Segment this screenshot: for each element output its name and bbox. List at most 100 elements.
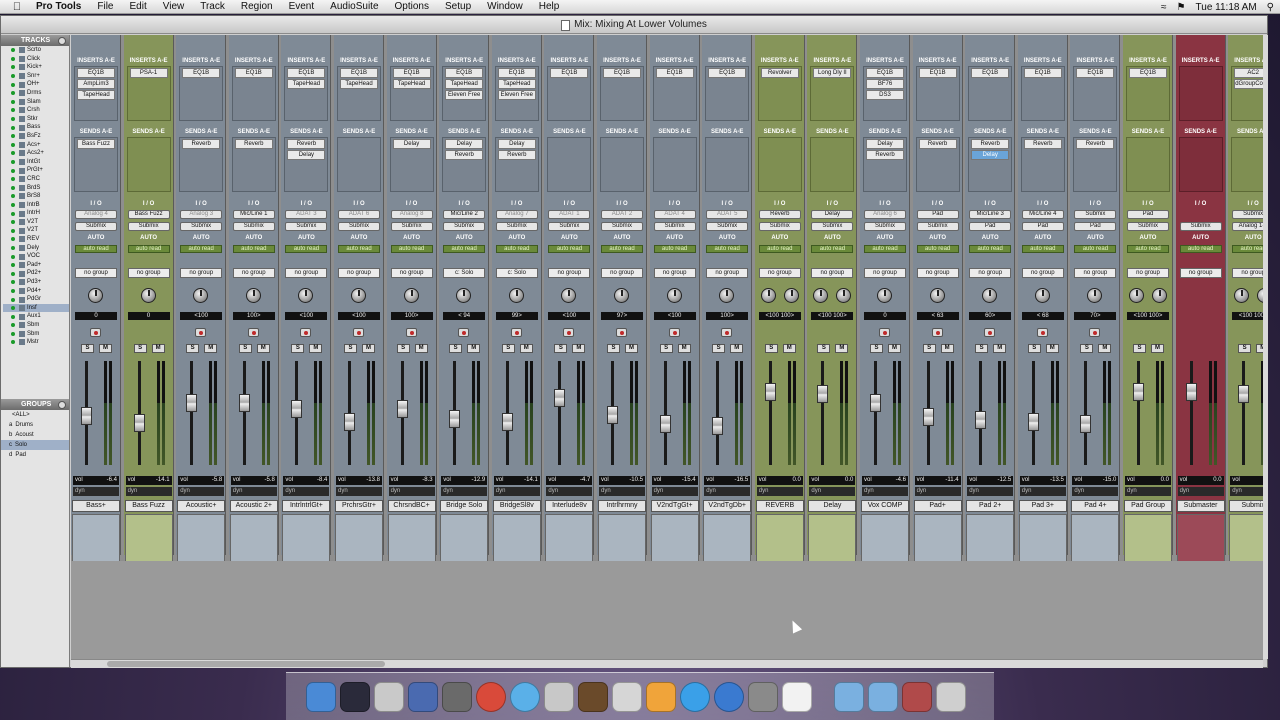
menu-options[interactable]: Options <box>387 1 437 12</box>
menu-event[interactable]: Event <box>281 1 323 12</box>
mute-button[interactable]: M <box>835 344 849 353</box>
track-list-item[interactable]: Snr+ <box>3 72 69 81</box>
track-visible-icon[interactable] <box>11 134 15 139</box>
output-selector[interactable]: Pad <box>1021 222 1064 231</box>
input-selector[interactable]: ADAT 3 <box>285 210 328 219</box>
group-selector[interactable]: no group <box>232 268 275 278</box>
mute-button[interactable]: M <box>993 344 1007 353</box>
volume-fader[interactable] <box>81 406 92 425</box>
adium-icon[interactable] <box>646 681 676 712</box>
apple-menu-icon[interactable]:  <box>6 1 28 13</box>
send-slot[interactable]: Reverb <box>866 150 904 160</box>
insert-slot[interactable]: EQ1B <box>971 68 1010 78</box>
track-visible-icon[interactable] <box>11 202 15 207</box>
volume-fader[interactable] <box>1133 382 1144 401</box>
track-name[interactable]: Pad 3+ <box>1018 500 1067 512</box>
comments-area[interactable] <box>808 514 857 562</box>
mute-button[interactable]: M <box>414 344 428 353</box>
tracks-menu-icon[interactable] <box>58 36 66 45</box>
send-slot[interactable]: Delay <box>445 139 484 149</box>
mute-button[interactable]: M <box>256 344 270 353</box>
track-name[interactable]: Delay <box>808 500 857 512</box>
send-slot[interactable]: Reverb <box>918 139 957 149</box>
track-visible-icon[interactable] <box>11 297 15 302</box>
volume-fader[interactable] <box>186 393 198 412</box>
output-selector[interactable]: Submix <box>180 222 223 231</box>
track-name[interactable]: Bass+ <box>72 500 120 512</box>
input-selector[interactable]: Analog 8 <box>390 210 433 219</box>
mute-button[interactable]: M <box>625 344 638 353</box>
input-selector[interactable]: ADAT 1 <box>548 210 591 219</box>
insert-slot[interactable]: TapeHead <box>392 79 431 89</box>
track-name[interactable]: Pad Group <box>1124 500 1172 512</box>
input-selector[interactable]: Mic/Line 1 <box>232 210 275 219</box>
automation-mode-selector[interactable]: auto read <box>390 245 433 253</box>
track-list-item[interactable]: REV <box>3 235 69 244</box>
input-selector[interactable]: Bass Fuzz <box>127 210 170 219</box>
track-visible-icon[interactable] <box>11 91 15 96</box>
pan-knob-left[interactable] <box>1129 288 1144 303</box>
pan-knob[interactable] <box>614 288 629 303</box>
record-button[interactable] <box>195 328 207 337</box>
pan-knob[interactable] <box>403 288 419 303</box>
output-selector[interactable]: Submix <box>1127 222 1169 231</box>
send-slot[interactable]: Reverb <box>287 139 326 149</box>
output-selector[interactable]: Submix <box>548 222 591 231</box>
output-selector[interactable]: Submix <box>653 222 696 231</box>
insert-slot[interactable]: EQ1B <box>182 68 221 78</box>
track-list-item[interactable]: Pad+ <box>3 261 69 270</box>
comments-area[interactable] <box>1176 514 1225 562</box>
preview-icon[interactable] <box>612 681 642 712</box>
track-list-item[interactable]: Drms <box>3 89 69 98</box>
solo-button[interactable]: S <box>81 344 94 353</box>
insert-slot[interactable]: EQ1B <box>708 68 747 78</box>
output-selector[interactable]: Submix <box>390 222 433 231</box>
solo-button[interactable]: S <box>554 344 568 353</box>
automation-mode-selector[interactable]: auto read <box>1179 245 1222 253</box>
track-name[interactable]: V2ndTgDb+ <box>703 500 752 512</box>
comments-area[interactable] <box>966 514 1015 562</box>
solo-button[interactable]: S <box>1080 344 1094 353</box>
solo-button[interactable]: S <box>291 344 305 353</box>
output-selector[interactable]: Analog 1-2 <box>1232 222 1263 231</box>
group-list-item[interactable]: <ALL> <box>1 410 69 420</box>
calendar-icon[interactable] <box>782 681 812 712</box>
automation-mode-selector[interactable]: auto read <box>811 245 854 253</box>
mute-button[interactable]: M <box>519 344 533 353</box>
output-selector[interactable]: Pad <box>969 222 1012 231</box>
insert-slot[interactable]: dGroupComp <box>1234 79 1263 89</box>
input-selector[interactable]: Analog 3 <box>180 210 223 219</box>
output-selector[interactable]: Submix <box>601 222 643 231</box>
volume-fader[interactable] <box>975 410 987 429</box>
track-visible-icon[interactable] <box>11 306 15 311</box>
solo-button[interactable]: S <box>344 344 357 353</box>
comments-area[interactable] <box>650 514 699 562</box>
solo-button[interactable]: S <box>817 344 831 353</box>
track-visible-icon[interactable] <box>11 160 15 165</box>
group-selector[interactable]: no group <box>127 268 170 278</box>
track-list-item[interactable]: Kick+ <box>3 63 69 72</box>
send-slot[interactable]: Delay <box>971 150 1010 160</box>
record-button[interactable] <box>616 328 627 337</box>
volume-fader[interactable] <box>133 414 145 433</box>
send-slot[interactable]: Delay <box>866 139 904 149</box>
group-selector[interactable]: no group <box>1179 268 1222 278</box>
track-list-item[interactable]: Click <box>3 55 69 64</box>
input-selector[interactable]: ADAT 6 <box>338 210 380 219</box>
menu-clock[interactable]: Tue 11:18 AM <box>1196 2 1257 13</box>
record-button[interactable] <box>405 328 417 337</box>
comments-area[interactable] <box>492 514 541 562</box>
send-slot[interactable]: Reverb <box>1076 139 1115 149</box>
menu-audiosuite[interactable]: AudioSuite <box>322 1 386 12</box>
menu-view[interactable]: View <box>155 1 193 12</box>
output-selector[interactable]: Submix <box>232 222 275 231</box>
insert-slot[interactable]: EQ1B <box>1129 68 1167 78</box>
track-visible-icon[interactable] <box>11 168 15 173</box>
record-button[interactable] <box>879 328 890 337</box>
menu-window[interactable]: Window <box>479 1 531 12</box>
mute-button[interactable]: M <box>888 344 901 353</box>
insert-slot[interactable]: TapeHead <box>340 79 378 89</box>
output-selector[interactable]: Submix <box>864 222 906 231</box>
input-selector[interactable]: Pad <box>1127 210 1169 219</box>
output-selector[interactable]: Submix <box>443 222 486 231</box>
